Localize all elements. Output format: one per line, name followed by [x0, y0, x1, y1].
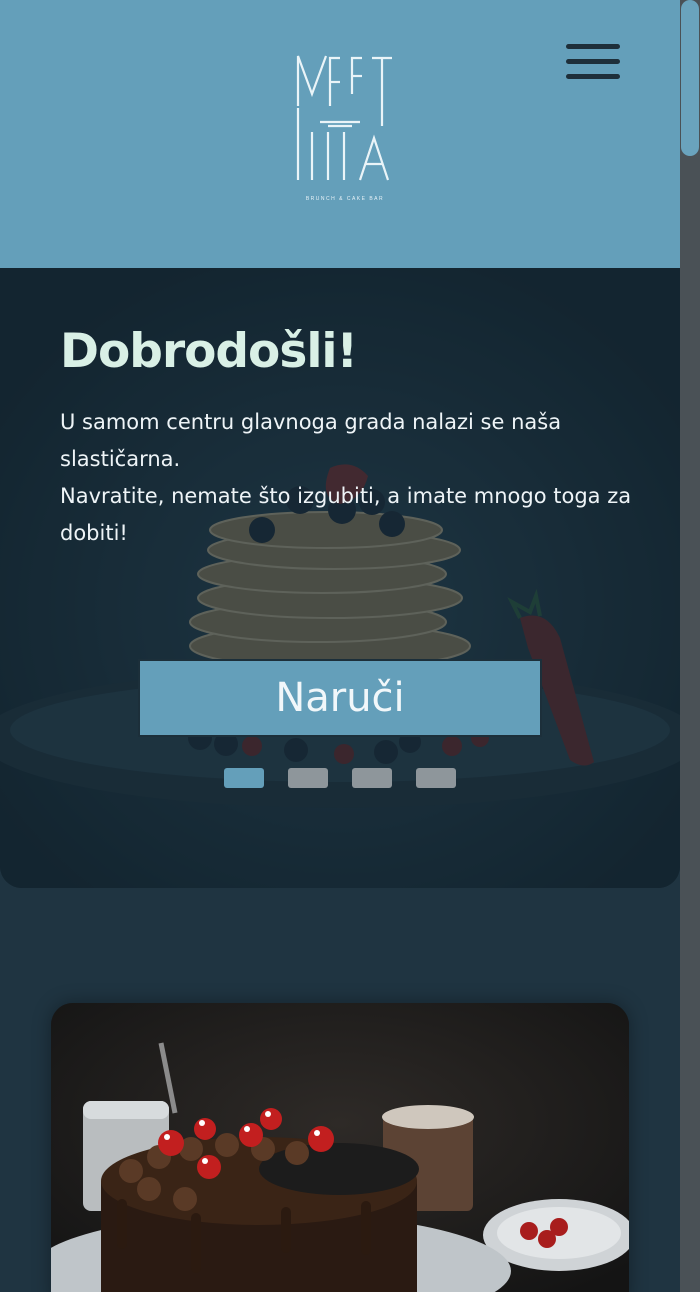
- site-header: BRUNCH & CAKE BAR: [0, 0, 680, 268]
- slider-dot-1[interactable]: [224, 768, 264, 788]
- menu-bar-bottom: [566, 74, 620, 79]
- slider-dot-2[interactable]: [288, 768, 328, 788]
- hero-paragraph-1: U samom centru glavnoga grada nalazi se …: [60, 410, 562, 471]
- scrollbar-track[interactable]: [680, 0, 700, 1292]
- featured-cake-card[interactable]: [51, 1003, 629, 1292]
- hero-paragraph-2: Navratite, nemate što izgubiti, a imate …: [60, 484, 632, 545]
- scrollbar-thumb[interactable]: [681, 0, 699, 156]
- slider-dot-4[interactable]: [416, 768, 456, 788]
- order-button[interactable]: Naruči: [138, 659, 542, 737]
- slider-dot-3[interactable]: [352, 768, 392, 788]
- logo-tagline: BRUNCH & CAKE BAR: [305, 196, 385, 202]
- logo-mark: [296, 55, 392, 181]
- hero-description: U samom centru glavnoga grada nalazi se …: [60, 404, 640, 552]
- hero-title: Dobrodošli!: [60, 324, 358, 379]
- chocolate-cake-image: [51, 1003, 629, 1292]
- site-logo[interactable]: BRUNCH & CAKE BAR: [290, 48, 400, 208]
- menu-bar-middle: [566, 59, 620, 64]
- hero-slider: Dobrodošli! U samom centru glavnoga grad…: [0, 268, 680, 888]
- hamburger-menu-icon[interactable]: [566, 44, 622, 82]
- page: BRUNCH & CAKE BAR Dobrodošli! U samom ce…: [0, 0, 700, 1292]
- menu-bar-top: [566, 44, 620, 49]
